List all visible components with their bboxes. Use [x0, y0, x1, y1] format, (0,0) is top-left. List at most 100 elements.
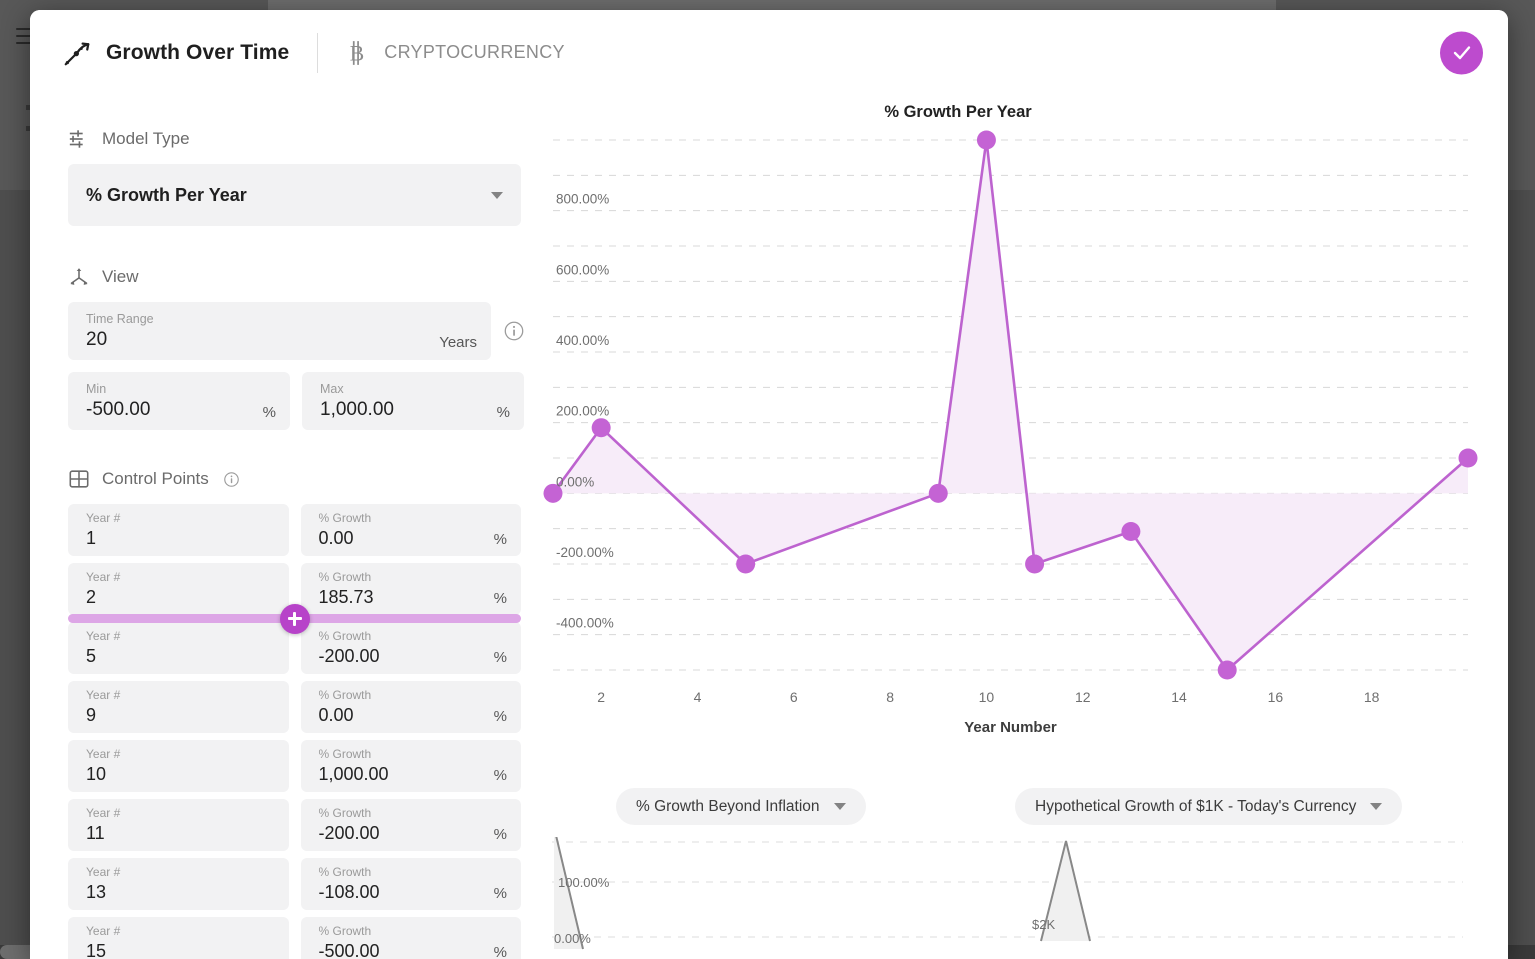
control-point-year-field[interactable]: Year #1 — [68, 504, 289, 556]
control-point-year-label: Year # — [86, 688, 275, 703]
model-type-label: Model Type — [102, 129, 190, 149]
control-point-growth-field[interactable]: % Growth1,000.00% — [301, 740, 522, 792]
control-point-growth-unit: % — [494, 826, 507, 845]
growth-scatter-icon — [62, 38, 92, 68]
control-point-growth-label: % Growth — [319, 629, 508, 644]
growth-mode-select[interactable]: % Growth Beyond Inflation — [616, 788, 866, 825]
control-point-year-field[interactable]: Year #2 — [68, 563, 289, 615]
control-point-growth-field[interactable]: % Growth-200.00% — [301, 622, 522, 674]
min-field[interactable]: Min -500.00 % — [68, 372, 290, 430]
control-point-year-label: Year # — [86, 629, 275, 644]
chevron-down-icon — [1370, 803, 1382, 810]
control-point-growth-label: % Growth — [319, 865, 508, 880]
control-point-year-label: Year # — [86, 924, 275, 939]
control-point-growth-unit: % — [494, 767, 507, 786]
control-point-growth-label: % Growth — [319, 747, 508, 762]
control-point-year-value[interactable]: 10 — [86, 762, 275, 786]
control-point-growth-value[interactable]: -200.00 — [319, 821, 494, 845]
control-point-growth-value[interactable]: 0.00 — [319, 703, 494, 727]
control-point-growth-value[interactable]: -108.00 — [319, 880, 494, 904]
header-divider — [317, 33, 318, 73]
bitcoin-icon: B — [346, 40, 368, 66]
max-label: Max — [320, 381, 510, 397]
control-point-growth-value[interactable]: 1,000.00 — [319, 762, 494, 786]
svg-text:-400.00%: -400.00% — [556, 616, 614, 631]
min-label: Min — [86, 381, 276, 397]
max-field[interactable]: Max 1,000.00 % — [302, 372, 524, 430]
info-icon[interactable] — [223, 471, 240, 488]
confirm-button[interactable] — [1440, 31, 1483, 74]
control-point-growth-field[interactable]: % Growth-200.00% — [301, 799, 522, 851]
control-point-growth-unit: % — [494, 708, 507, 727]
control-point-year-value[interactable]: 11 — [86, 821, 275, 845]
control-point-growth-value[interactable]: 185.73 — [319, 585, 494, 609]
svg-text:18: 18 — [1364, 689, 1380, 705]
min-unit: % — [263, 404, 276, 423]
control-point-growth-value[interactable]: -500.00 — [319, 939, 494, 959]
control-point-growth-label: % Growth — [319, 806, 508, 821]
dialog-body: Model Type % Growth Per Year — [30, 95, 1508, 959]
time-range-value[interactable]: 20 — [86, 327, 439, 353]
control-point-year-field[interactable]: Year #13 — [68, 858, 289, 910]
max-unit: % — [497, 404, 510, 423]
control-point-year-field[interactable]: Year #10 — [68, 740, 289, 792]
svg-text:200.00%: 200.00% — [556, 404, 609, 419]
control-point-growth-field[interactable]: % Growth-108.00% — [301, 858, 522, 910]
control-point-growth-field[interactable]: % Growth-500.00% — [301, 917, 522, 959]
svg-text:16: 16 — [1268, 689, 1284, 705]
control-point-year-value[interactable]: 15 — [86, 939, 275, 959]
check-icon — [1450, 41, 1474, 65]
svg-text:0.00%: 0.00% — [556, 474, 594, 489]
control-point-year-field[interactable]: Year #11 — [68, 799, 289, 851]
control-point-year-label: Year # — [86, 747, 275, 762]
svg-text:2: 2 — [597, 689, 605, 705]
svg-text:12: 12 — [1075, 689, 1091, 705]
svg-text:Year Number: Year Number — [964, 719, 1057, 736]
chevron-down-icon — [834, 803, 846, 810]
main-chart: % Growth Per Year 800.00%600.00%400.00%2… — [538, 95, 1498, 775]
svg-text:6: 6 — [790, 689, 798, 705]
control-point-growth-value[interactable]: 0.00 — [319, 526, 494, 550]
control-point-row: Year #9% Growth0.00% — [68, 681, 521, 733]
view-section-header: View — [68, 266, 538, 288]
secondary-charts: 100.00%0.00%$2K — [538, 837, 1498, 959]
growth-over-time-dialog: Growth Over Time B CRYPTOCURRENCY — [30, 10, 1508, 959]
control-point-year-label: Year # — [86, 806, 275, 821]
control-point-year-label: Year # — [86, 570, 275, 585]
control-points-list: Year #1% Growth0.00%Year #2% Growth185.7… — [68, 504, 521, 959]
max-value[interactable]: 1,000.00 — [320, 397, 497, 423]
control-point-growth-field[interactable]: % Growth0.00% — [301, 504, 522, 556]
control-point-year-field[interactable]: Year #5 — [68, 622, 289, 674]
min-value[interactable]: -500.00 — [86, 397, 263, 423]
growth-display-value: Hypothetical Growth of $1K - Today's Cur… — [1035, 798, 1356, 816]
control-point-growth-unit: % — [494, 649, 507, 668]
growth-display-select[interactable]: Hypothetical Growth of $1K - Today's Cur… — [1015, 788, 1402, 825]
control-point-growth-field[interactable]: % Growth0.00% — [301, 681, 522, 733]
add-control-point-bar[interactable] — [68, 614, 521, 623]
control-point-year-value[interactable]: 2 — [86, 585, 275, 609]
asset-type-group[interactable]: B CRYPTOCURRENCY — [346, 40, 565, 66]
control-point-row: Year #1% Growth0.00% — [68, 504, 521, 556]
svg-text:-200.00%: -200.00% — [556, 545, 614, 560]
time-range-field[interactable]: Time Range 20 Years — [68, 302, 491, 360]
control-point-year-field[interactable]: Year #15 — [68, 917, 289, 959]
svg-text:$2K: $2K — [1032, 917, 1055, 932]
control-point-growth-label: % Growth — [319, 924, 508, 939]
svg-text:B: B — [350, 41, 364, 65]
control-point-year-value[interactable]: 1 — [86, 526, 275, 550]
time-range-row: Time Range 20 Years — [68, 302, 538, 360]
control-point-year-value[interactable]: 9 — [86, 703, 275, 727]
add-control-point-button[interactable] — [280, 604, 310, 634]
growth-per-year-line-chart: 800.00%600.00%400.00%200.00%0.00%-200.00… — [538, 95, 1498, 775]
model-type-select[interactable]: % Growth Per Year — [68, 164, 521, 226]
table-grid-icon — [68, 468, 90, 490]
control-point-year-value[interactable]: 13 — [86, 880, 275, 904]
growth-mode-value: % Growth Beyond Inflation — [636, 798, 820, 816]
control-point-year-field[interactable]: Year #9 — [68, 681, 289, 733]
control-point-growth-field[interactable]: % Growth185.73% — [301, 563, 522, 615]
min-max-row: Min -500.00 % Max 1,000.00 % — [68, 372, 538, 430]
control-point-growth-unit: % — [494, 944, 507, 959]
control-point-growth-value[interactable]: -200.00 — [319, 644, 494, 668]
info-icon[interactable] — [503, 320, 525, 342]
control-point-year-value[interactable]: 5 — [86, 644, 275, 668]
